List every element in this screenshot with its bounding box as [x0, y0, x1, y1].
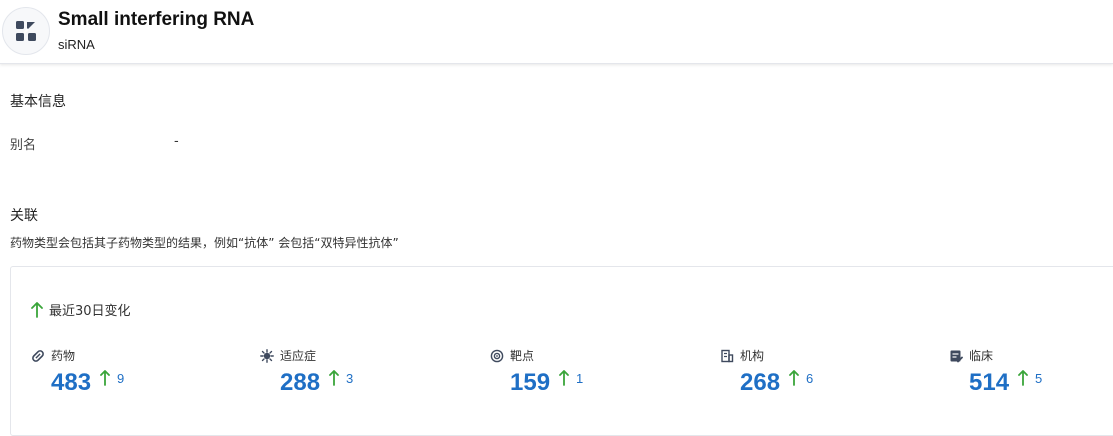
page-subtitle: siRNA	[58, 37, 95, 52]
stat-drugs[interactable]: 药物 483 9	[31, 347, 231, 407]
stat-value[interactable]: 288	[280, 369, 320, 397]
stat-clinical[interactable]: 临床 514 5	[949, 347, 1113, 407]
page-header: Small interfering RNA siRNA	[0, 0, 1113, 64]
related-stats-card: 最近30日变化 药物 483 9 适应症 288 3 靶点 159 1 机构 2…	[10, 266, 1113, 436]
stat-label: 靶点	[510, 349, 535, 363]
alias-label: 别名	[10, 138, 37, 153]
target-icon	[490, 349, 504, 362]
related-heading: 关联	[10, 208, 38, 224]
stat-indications[interactable]: 适应症 288 3	[260, 347, 460, 407]
stat-delta[interactable]: 5	[1035, 369, 1042, 389]
stat-value[interactable]: 159	[510, 369, 550, 397]
page-title: Small interfering RNA	[58, 9, 255, 30]
arrow-up-icon	[31, 301, 43, 318]
stat-label: 机构	[740, 349, 765, 363]
stat-delta[interactable]: 1	[576, 369, 583, 389]
alias-value: -	[174, 134, 179, 149]
stat-delta[interactable]: 9	[117, 369, 124, 389]
virus-icon	[260, 348, 274, 363]
arrow-up-icon	[329, 370, 339, 386]
stat-label: 适应症	[280, 349, 317, 363]
arrow-up-icon	[100, 370, 110, 386]
stat-label: 临床	[969, 349, 994, 363]
stat-value[interactable]: 514	[969, 369, 1009, 397]
arrow-up-icon	[789, 370, 799, 386]
stat-organizations[interactable]: 机构 268 6	[720, 347, 920, 407]
related-note: 药物类型会包括其子药物类型的结果，例如“抗体” 会包括“双特异性抗体”	[10, 236, 399, 250]
stat-label: 药物	[51, 349, 76, 363]
stat-value[interactable]: 483	[51, 369, 91, 397]
stat-delta[interactable]: 6	[806, 369, 813, 389]
stat-targets[interactable]: 靶点 159 1	[490, 347, 690, 407]
pill-icon	[32, 349, 44, 362]
clinical-icon	[950, 350, 963, 362]
stat-value[interactable]: 268	[740, 369, 780, 397]
arrow-up-icon	[1018, 370, 1028, 386]
recent-change-label: 最近30日变化	[49, 304, 131, 319]
basic-info-heading: 基本信息	[10, 94, 66, 110]
molecule-icon	[2, 7, 50, 55]
arrow-up-icon	[559, 370, 569, 386]
stat-delta[interactable]: 3	[346, 369, 353, 389]
recent-change-row: 最近30日变化	[31, 300, 131, 319]
building-icon	[721, 349, 734, 362]
